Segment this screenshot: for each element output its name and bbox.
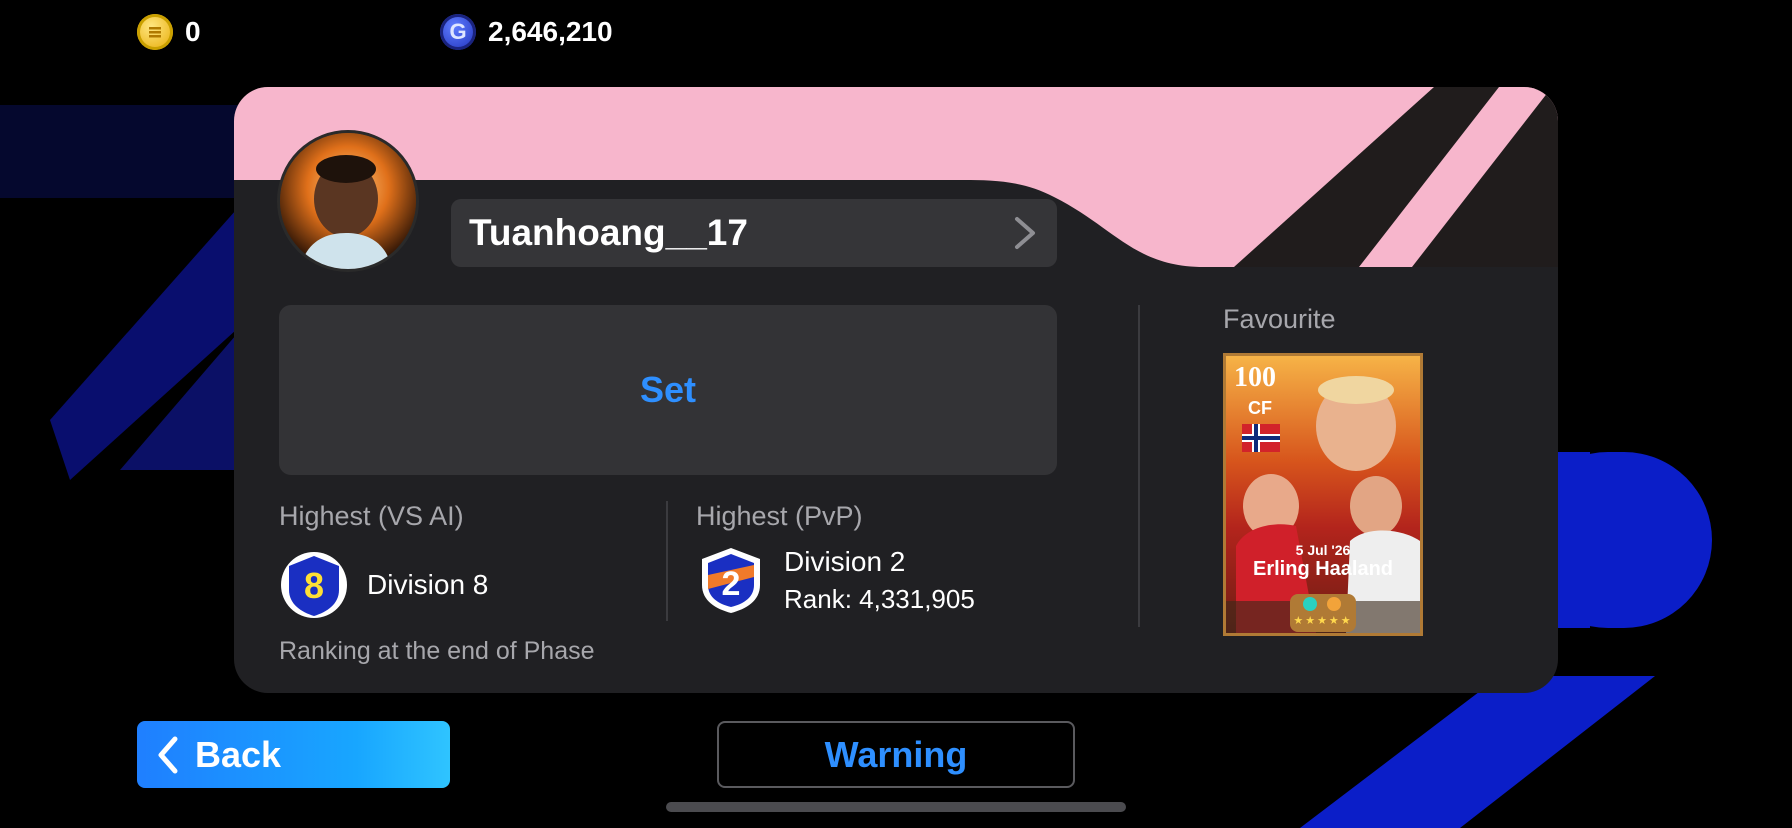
coin-balance-value: 0 <box>185 16 201 47</box>
coin-balance: 0 <box>137 14 201 50</box>
card-rating: 100 <box>1234 362 1276 393</box>
chevron-left-icon <box>158 736 178 773</box>
ranking-note: Ranking at the end of Phase <box>279 637 595 665</box>
profile-card: Tuanhoang__17 Set Highest (VS AI) 8 Divi… <box>234 87 1558 693</box>
pvp-division: 2 Division 2 Rank: 4,331,905 <box>696 545 975 615</box>
card-position: CF <box>1248 398 1272 418</box>
pvp-rank: Rank: 4,331,905 <box>784 583 975 614</box>
gold-coin-icon <box>137 14 173 50</box>
home-indicator[interactable] <box>666 802 1126 812</box>
card-date: 5 Jul '26 <box>1295 542 1351 558</box>
pvp-division-name: Division 2 <box>784 545 906 577</box>
vs-ai-division: 8 Division 8 <box>279 550 488 620</box>
highest-pvp-title: Highest (PvP) <box>696 501 863 531</box>
favourite-divider <box>1138 305 1140 627</box>
stats-divider <box>666 501 668 621</box>
norway-flag-icon <box>1242 424 1280 452</box>
division-badge-icon: 8 <box>281 552 347 618</box>
player-avatar-image <box>280 133 416 269</box>
chevron-right-icon <box>1015 217 1035 249</box>
favourite-player-card[interactable]: 100 CF 5 Jul '26 Erling Haaland ★★★★★ <box>1223 353 1423 636</box>
username-bar[interactable]: Tuanhoang__17 <box>451 199 1057 267</box>
username: Tuanhoang__17 <box>469 212 748 253</box>
set-comment-button[interactable]: Set <box>279 305 1057 475</box>
card-stars: ★★★★★ <box>1293 615 1353 627</box>
badge-number: 8 <box>304 565 324 606</box>
gp-balance: G 2,646,210 <box>440 14 613 50</box>
card-player-name: Erling Haaland <box>1252 558 1394 580</box>
division-badge-icon: 2 <box>702 548 760 613</box>
avatar[interactable] <box>277 130 419 272</box>
favourite-title: Favourite <box>1223 304 1336 334</box>
badge-number: 2 <box>722 565 741 603</box>
warning-label: Warning <box>824 733 968 775</box>
gp-balance-value: 2,646,210 <box>488 16 613 47</box>
back-label: Back <box>195 733 282 775</box>
back-button[interactable]: Back <box>137 721 450 788</box>
vs-ai-division-name: Division 8 <box>367 569 489 600</box>
gp-coin-icon: G <box>440 14 476 50</box>
warning-button[interactable]: Warning <box>717 721 1075 788</box>
set-label: Set <box>639 369 697 410</box>
highest-vs-ai-title: Highest (VS AI) <box>279 501 464 531</box>
